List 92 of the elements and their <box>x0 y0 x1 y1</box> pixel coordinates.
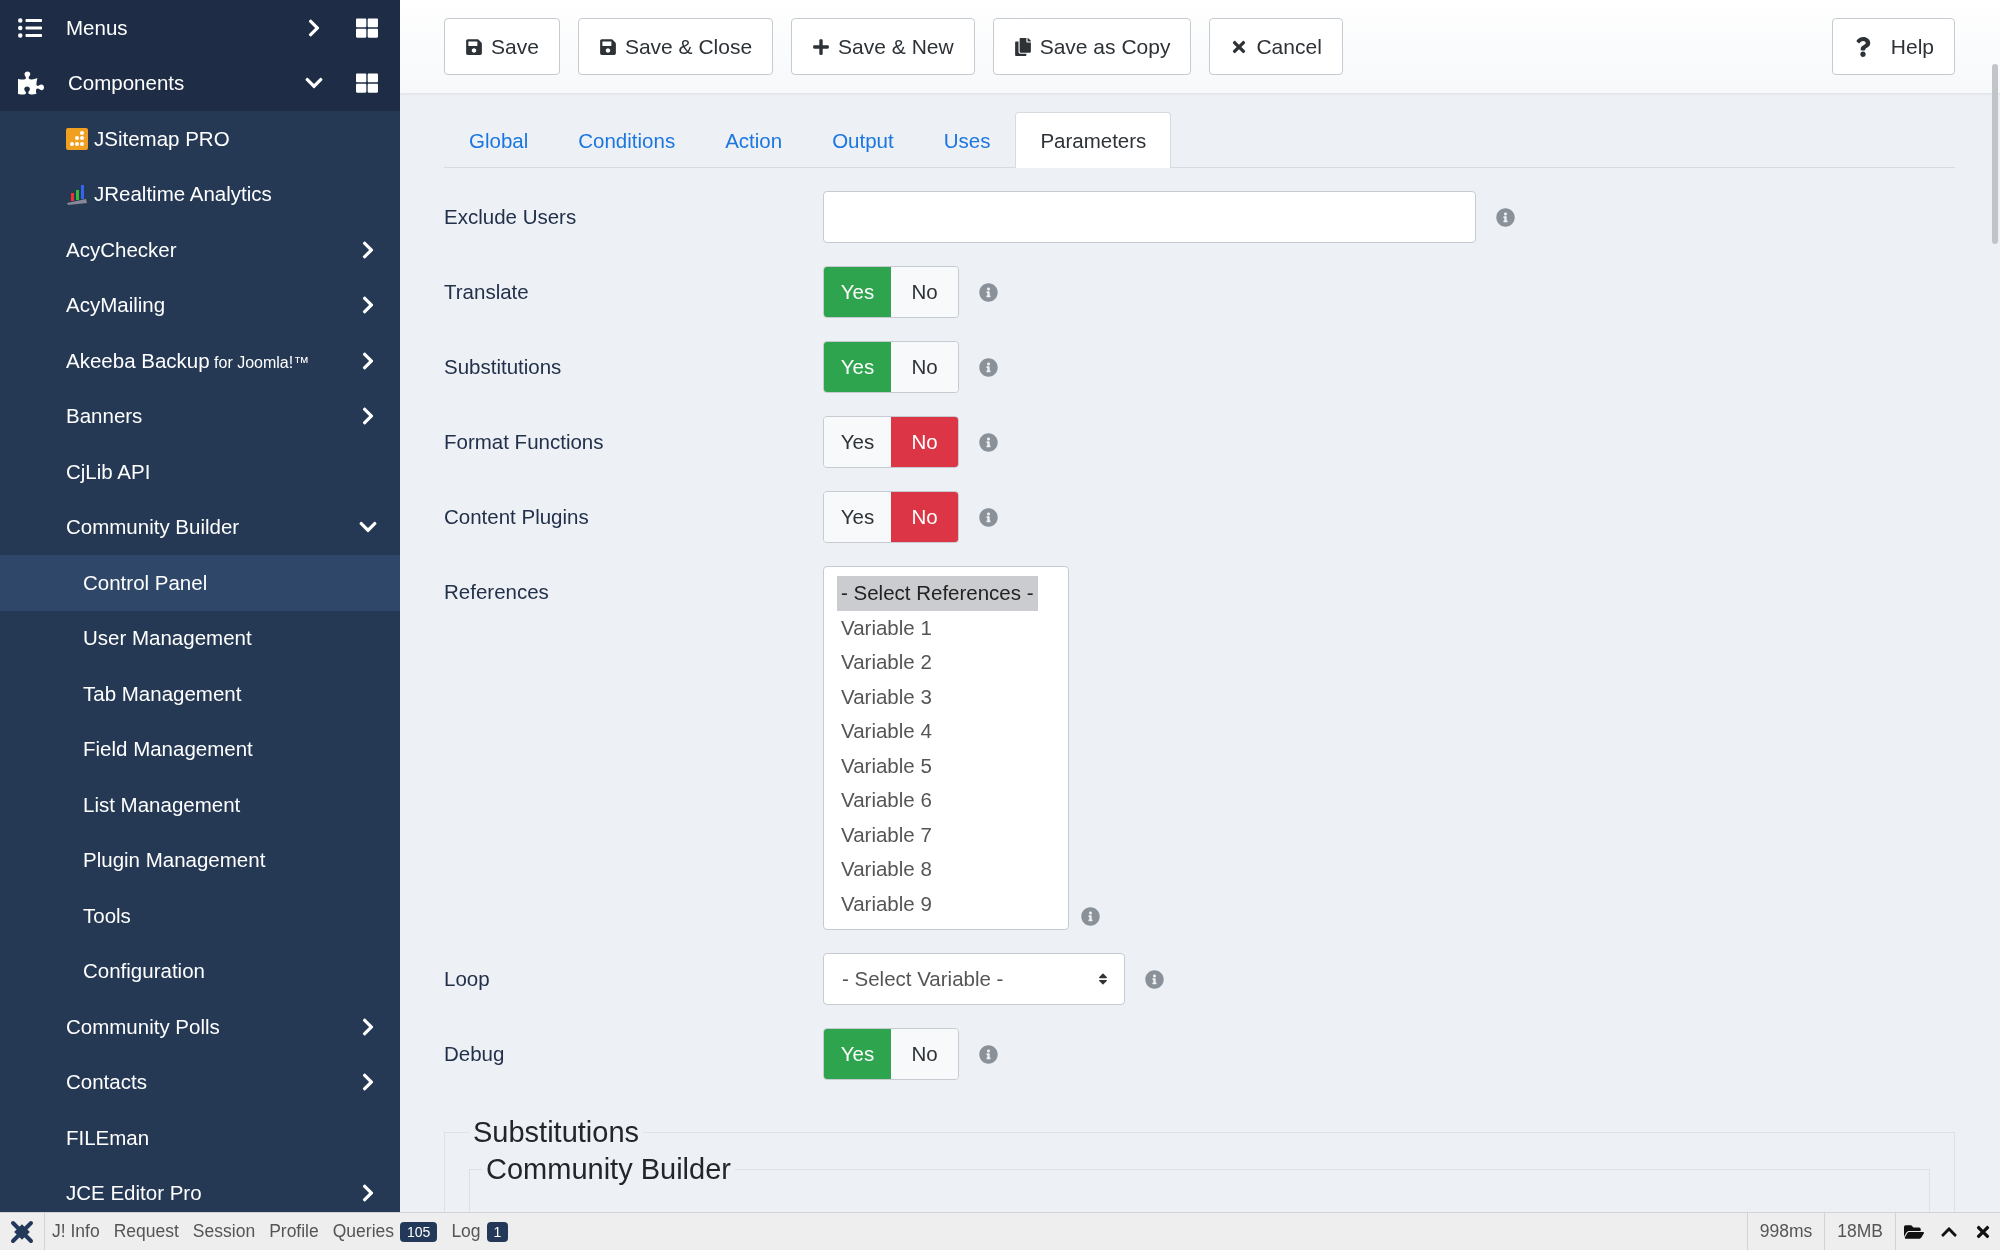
tab[interactable]: Parameters <box>1015 112 1172 168</box>
sidebar-item[interactable]: CjLib API <box>0 444 400 500</box>
list-box[interactable]: - Select References - Variable 1 Variable 2 Variable 3 Variable 4 Variable 5 Variable 6 Variable 7 Variable 8 Variable 9 <box>823 566 1069 930</box>
toolbar-button[interactable]: Save as Copy <box>992 18 1192 75</box>
sidebar-item[interactable]: Field Management <box>0 721 400 777</box>
list-option[interactable]: Variable 1 <box>837 610 1055 645</box>
debug-tab[interactable]: Session <box>185 1213 263 1250</box>
debug-stat: 998ms <box>1746 1213 1825 1250</box>
sidebar-item[interactable]: Banners <box>0 388 400 444</box>
info-icon[interactable] <box>1145 969 1164 989</box>
debug-tab[interactable]: Log 1 <box>444 1213 516 1250</box>
list-option[interactable]: Variable 4 <box>837 714 1055 749</box>
grid-icon[interactable] <box>356 72 378 95</box>
list-option[interactable]: Variable 8 <box>837 852 1055 887</box>
sidebar-item[interactable]: Community Builder <box>0 499 400 555</box>
list-option[interactable]: Variable 9 <box>837 886 1055 921</box>
toggle-option[interactable]: No <box>891 267 958 317</box>
sidebar-item[interactable]: Tools <box>0 888 400 944</box>
toggle-option[interactable]: No <box>891 342 958 392</box>
sidebar-item[interactable]: JSitemap PRO <box>0 111 400 167</box>
sidebar-item[interactable]: Components <box>0 55 400 111</box>
sidebar-item[interactable]: Menus <box>0 0 400 56</box>
sidebar-item[interactable]: List Management <box>0 777 400 833</box>
sidebar-item[interactable]: AcyMailing <box>0 277 400 333</box>
sidebar-item[interactable]: Control Panel <box>0 555 400 611</box>
select-field[interactable]: - Select Variable - <box>823 953 1125 1005</box>
field-label: Loop <box>444 967 491 991</box>
copy-icon <box>1013 37 1032 56</box>
sidebar-item[interactable]: JCE Editor Pro <box>0 1165 400 1212</box>
list-icon <box>18 15 42 40</box>
info-icon[interactable] <box>1081 907 1100 926</box>
tab[interactable]: Action <box>700 112 808 168</box>
fieldset-legend: Community Builder <box>482 1153 735 1186</box>
sidebar-item[interactable]: Plugin Management <box>0 832 400 888</box>
tab[interactable]: Uses <box>918 112 1016 168</box>
debug-tab[interactable]: J! Info <box>45 1213 107 1250</box>
toolbar-button[interactable]: Save <box>444 18 560 75</box>
toolbar-button[interactable]: Save & Close <box>577 18 774 75</box>
sidebar-item[interactable]: Contacts <box>0 1054 400 1110</box>
debug-stat: 18MB <box>1824 1213 1895 1250</box>
info-icon[interactable] <box>979 432 998 452</box>
sidebar-item[interactable]: JRealtime Analytics <box>0 166 400 222</box>
debug-tab[interactable]: Request <box>106 1213 186 1250</box>
debug-tab[interactable]: Profile <box>262 1213 326 1250</box>
sidebar-item[interactable]: Tab Management <box>0 666 400 722</box>
info-icon[interactable] <box>1496 207 1515 227</box>
scrollbar-thumb[interactable] <box>1992 64 1998 244</box>
tab[interactable]: Output <box>807 112 919 168</box>
info-icon[interactable] <box>979 282 998 302</box>
info-icon[interactable] <box>979 357 998 377</box>
toggle-option[interactable]: Yes <box>824 492 891 542</box>
field-label: Format Functions <box>444 430 605 454</box>
list-option[interactable]: Variable 5 <box>837 748 1055 783</box>
fieldset-legend: Substitutions <box>469 1116 644 1149</box>
input-field[interactable] <box>823 191 1476 243</box>
grid-icon[interactable] <box>356 16 378 39</box>
list-option[interactable]: Variable 7 <box>837 817 1055 852</box>
info-icon[interactable] <box>979 1044 998 1064</box>
field-label: References <box>444 579 550 604</box>
toggle-option[interactable]: No <box>891 492 958 542</box>
debug-tab[interactable]: Queries 105 <box>325 1213 445 1250</box>
toolbar-button[interactable]: Cancel <box>1209 18 1343 75</box>
toggle-option[interactable]: No <box>891 417 958 467</box>
sitemap-app-icon <box>66 127 88 150</box>
list-option[interactable]: Variable 3 <box>837 679 1055 714</box>
plus-icon <box>812 37 831 56</box>
sidebar-item[interactable]: Configuration <box>0 943 400 999</box>
list-option[interactable]: - Select References - <box>837 576 1038 611</box>
field-label: Substitutions <box>444 355 563 379</box>
toolbar-button[interactable]: Save & New <box>791 18 975 75</box>
tab[interactable]: Conditions <box>553 112 701 168</box>
toggle-option[interactable]: Yes <box>824 417 891 467</box>
count-badge: 105 <box>400 1221 438 1242</box>
list-option[interactable]: Variable 2 <box>837 645 1055 680</box>
help-button[interactable]: Help <box>1831 18 1955 75</box>
count-badge: 1 <box>486 1221 509 1242</box>
sidebar-item[interactable]: AcyChecker <box>0 222 400 278</box>
puzzle-piece-icon <box>18 70 44 97</box>
toggle-option[interactable]: No <box>891 1029 958 1079</box>
sidebar-item[interactable]: FILEman <box>0 1110 400 1166</box>
tab[interactable]: Global <box>444 112 554 168</box>
sidebar-item[interactable]: Community Polls <box>0 999 400 1055</box>
field-label: Exclude Users <box>444 205 578 229</box>
field-label: Debug <box>444 1042 506 1066</box>
sidebar-item[interactable]: User Management <box>0 610 400 666</box>
bar-chart-app-icon <box>66 183 88 206</box>
field-label: Content Plugins <box>444 505 590 529</box>
sort-arrows-icon <box>1096 972 1110 986</box>
list-option[interactable]: Variable 6 <box>837 783 1055 818</box>
sidebar-item[interactable]: Akeeba Backup for Joomla!™ <box>0 333 400 389</box>
field-label: Translate <box>444 280 530 304</box>
info-icon[interactable] <box>979 507 998 527</box>
